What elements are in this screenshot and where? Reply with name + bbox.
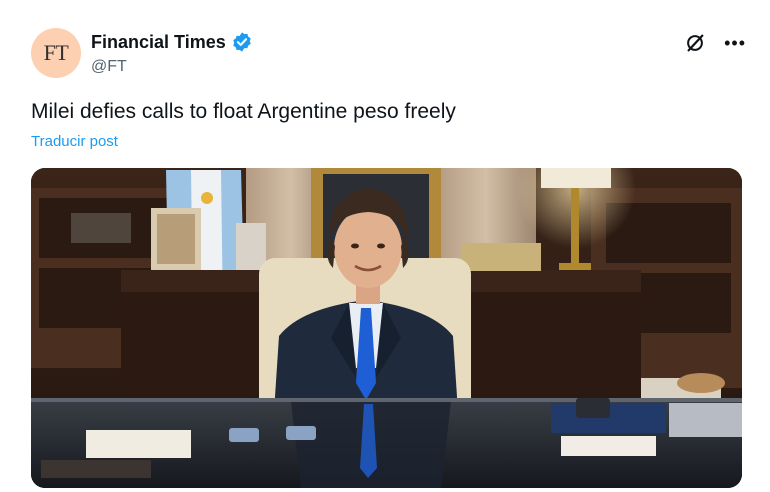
author-display-name[interactable]: Financial Times xyxy=(91,32,226,53)
header-actions: ••• xyxy=(684,32,746,54)
more-options-icon[interactable]: ••• xyxy=(724,34,746,52)
office-photo-illustration xyxy=(31,168,742,488)
author-names: Financial Times @FT xyxy=(91,31,253,76)
avatar[interactable]: FT xyxy=(31,28,81,78)
post-text: Milei defies calls to float Argentine pe… xyxy=(31,100,456,123)
translate-post-link[interactable]: Traducir post xyxy=(31,133,118,150)
post-photo[interactable] xyxy=(31,168,742,488)
grok-icon[interactable] xyxy=(684,32,706,54)
author-handle[interactable]: @FT xyxy=(91,58,253,76)
avatar-text: FT xyxy=(43,40,69,65)
tweet-card[interactable]: FT Financial Times @FT ••• Milei defies … xyxy=(0,0,770,492)
verified-badge-icon xyxy=(233,32,251,52)
author-display-name-row[interactable]: Financial Times xyxy=(91,31,253,53)
tweet-header: FT Financial Times @FT ••• xyxy=(31,28,746,84)
